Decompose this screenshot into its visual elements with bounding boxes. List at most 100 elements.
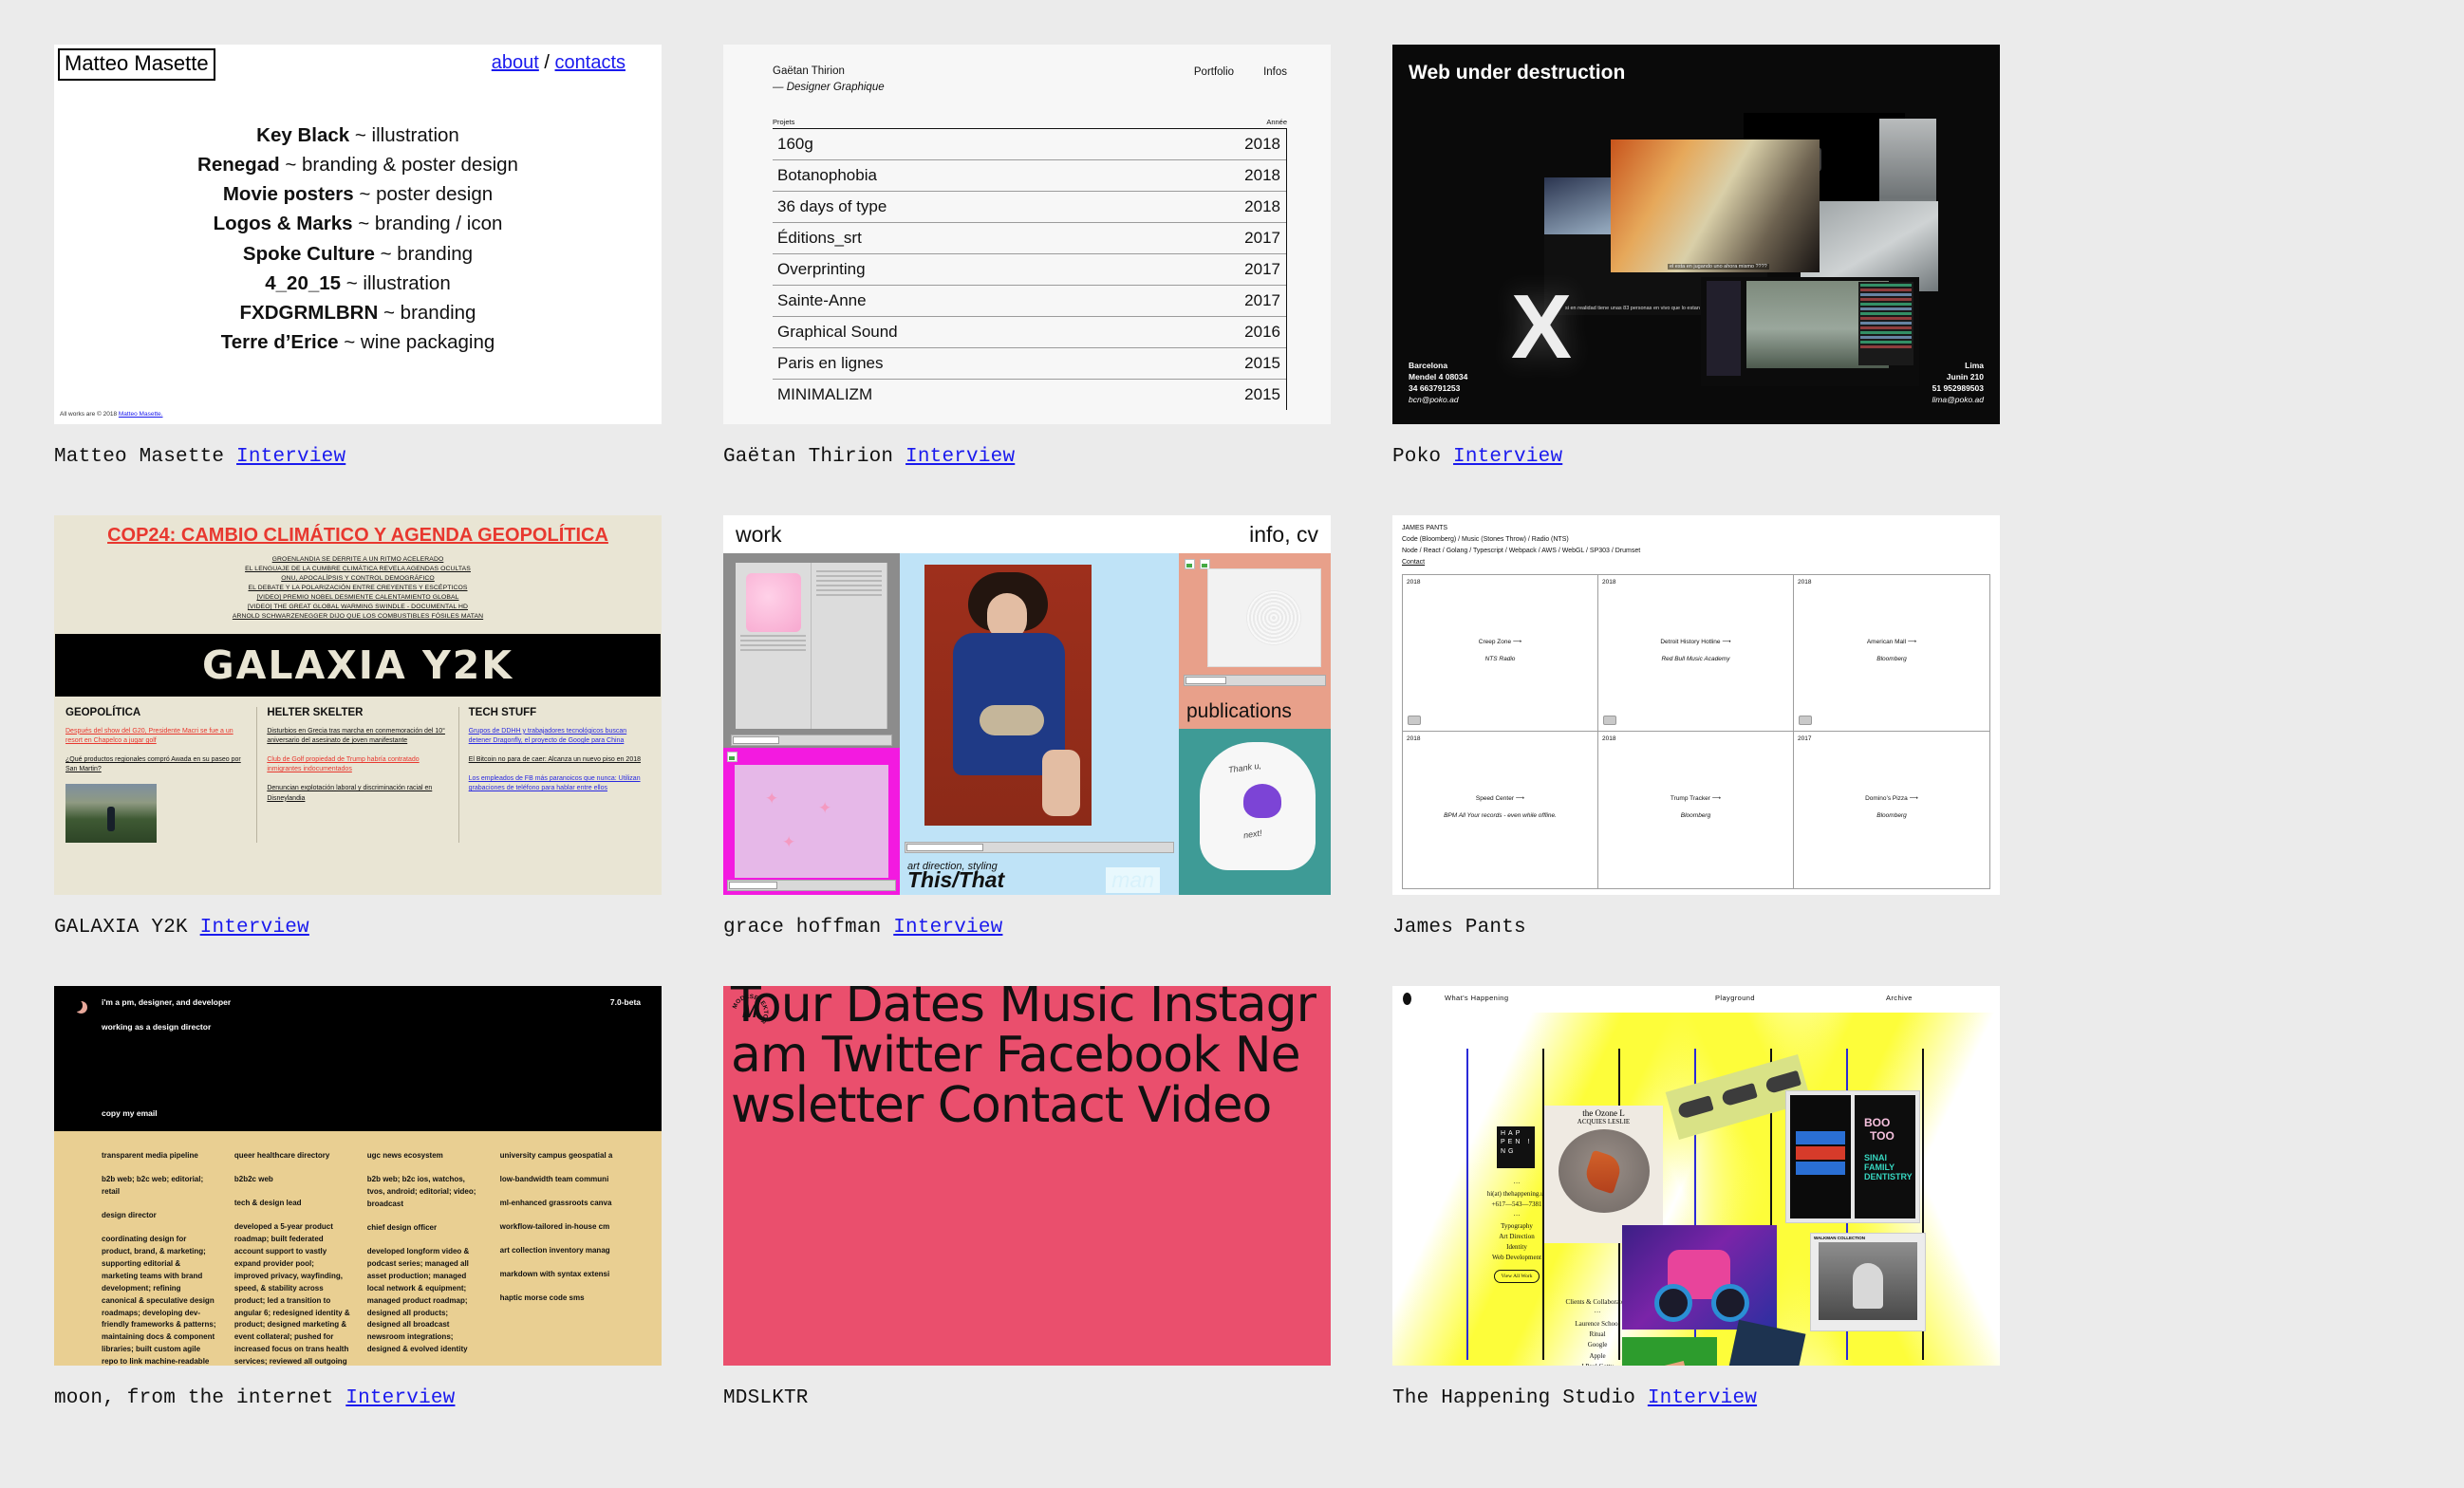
nav-archive[interactable]: Archive — [1886, 994, 1913, 1002]
nav-info-cv[interactable]: info, cv — [1249, 522, 1318, 548]
news-item[interactable]: ¿Qué productos regionales compró Awada e… — [65, 755, 247, 774]
site-thumbnail-galaxia-y2k[interactable]: COP24: CAMBIO CLIMÁTICO Y AGENDA GEOPOLÍ… — [54, 515, 662, 895]
site-thumbnail-grace-hoffman[interactable]: work info, cv milk 2018 — [723, 515, 1331, 895]
headline-link[interactable]: EL LENGUAJE DE LA CUMBRE CLIMÁTICA REVEL… — [54, 565, 662, 574]
table-row[interactable]: Botanophobia 2018 — [773, 160, 1286, 193]
news-item[interactable]: El Bitcoin no para de caer: Alcanza un n… — [469, 755, 650, 765]
interview-link[interactable]: Interview — [345, 1387, 455, 1409]
site-thumbnail-gaetan-thirion[interactable]: Gaëtan Thirion — Designer Graphique Port… — [723, 45, 1331, 424]
site-thumbnail-james-pants[interactable]: JAMES PANTS Code (Bloomberg) / Music (St… — [1392, 515, 2000, 895]
caption-title: Matteo Masette — [54, 446, 225, 468]
project-item[interactable]: Terre d’Erice ~ wine packaging — [54, 327, 662, 357]
merch-text-next: next! — [1242, 828, 1263, 841]
news-item[interactable]: Grupos de DDHH y trabajadores tecnológic… — [469, 727, 650, 746]
table-row[interactable]: Overprinting 2017 — [773, 254, 1286, 287]
site-thumbnail-the-happening-studio[interactable]: What's Happening Playground Archive HAP … — [1392, 986, 2000, 1366]
project-item[interactable]: Logos & Marks ~ branding / icon — [54, 209, 662, 238]
project-item[interactable]: Spoke Culture ~ branding — [54, 239, 662, 269]
nav-playground[interactable]: Playground — [1715, 994, 1755, 1002]
walkman-collection-image: WALKMAN COLLECTION — [1810, 1233, 1926, 1331]
headline-link[interactable]: GROENLANDIA SE DERRITE A UN RITMO ACELER… — [54, 555, 662, 565]
project-title: 4_20_15 — [265, 271, 342, 294]
interview-link[interactable]: Interview — [905, 446, 1015, 468]
project-item[interactable]: 4_20_15 ~ illustration — [54, 269, 662, 298]
scrollbar[interactable] — [905, 842, 1174, 853]
moon-icon — [70, 999, 83, 1012]
interview-link[interactable]: Interview — [1648, 1387, 1757, 1409]
nav-whats-happening[interactable]: What's Happening — [1445, 994, 1508, 1002]
table-row[interactable]: MINIMALIZM 2015 — [773, 380, 1286, 410]
interview-link[interactable]: Interview — [1453, 446, 1562, 468]
table-row[interactable]: Paris en lignes 2015 — [773, 348, 1286, 381]
news-item[interactable]: Disturbios en Grecia tras marcha en conm… — [267, 727, 448, 746]
project-cell[interactable]: 2018 Trump Tracker ⟶ Bloomberg — [1598, 732, 1794, 889]
interview-link[interactable]: Interview — [893, 917, 1002, 939]
project-cell[interactable]: 2018 Detroit History Hotline ⟶ Red Bull M… — [1598, 575, 1794, 733]
exp-line: developed a 5-year product roadmap; buil… — [233, 1221, 350, 1366]
project-year: 2016 — [1244, 323, 1280, 342]
project-cell[interactable]: 2017 Domino’s Pizza ⟶ Bloomberg — [1794, 732, 1989, 888]
table-row[interactable]: Graphical Sound 2016 — [773, 317, 1286, 349]
nav-about[interactable]: about — [492, 52, 539, 73]
headline-link[interactable]: ARNOLD SCHWARZENEGGER DIJO QUE LOS COMBU… — [54, 612, 662, 622]
site-thumbnail-mdslktr[interactable]: Tour Dates Music Instagram Twitter Faceb… — [723, 986, 1331, 1366]
nav-contacts[interactable]: contacts — [555, 52, 625, 73]
poster-pair-image: BOO TOO SINAI FAMILY DENTISTRY — [1785, 1090, 1920, 1223]
headline-link[interactable]: [VIDEO] THE GREAT GLOBAL WARMING SWINDLE… — [54, 603, 662, 612]
panel-publications: publications Thank u, next! — [1179, 553, 1331, 895]
project-item[interactable]: Movie posters ~ poster design — [54, 179, 662, 209]
project-item[interactable]: Key Black ~ illustration — [54, 121, 662, 150]
contact-phone[interactable]: +617—543—7381 — [1480, 1200, 1554, 1210]
project-year: 2018 — [1244, 166, 1280, 185]
nav-infos[interactable]: Infos — [1263, 66, 1287, 78]
project-year: 2018 — [1602, 579, 1616, 586]
merch-photo: Thank u, next! — [1200, 742, 1316, 870]
site-thumbnail-poko[interactable]: Web under destruction si en realidad tie… — [1392, 45, 2000, 424]
project-year: 2017 — [1244, 291, 1280, 310]
table-row[interactable]: 160g 2018 — [773, 129, 1286, 161]
caption-title: The Happening Studio — [1392, 1387, 1636, 1409]
nav-work[interactable]: work — [736, 522, 782, 548]
site-menu-text[interactable]: Tour Dates Music Instagram Twitter Faceb… — [731, 986, 1329, 1131]
exp-line: university campus geospatial a — [499, 1151, 613, 1160]
nav-portfolio[interactable]: Portfolio — [1194, 66, 1234, 78]
project-item[interactable]: FXDGRMLBRN ~ branding — [54, 298, 662, 327]
project-client: BPM All Your records - even while offlin… — [1444, 812, 1557, 820]
news-item[interactable]: Club de Golf propiedad de Trump habría c… — [267, 755, 448, 774]
headline-link[interactable]: [VIDEO] PREMIO NOBEL DESMIENTE CALENTAMI… — [54, 593, 662, 603]
exp-line: b2b web; b2c web; editorial; retail — [102, 1174, 204, 1196]
office-phone: 51 952989503 — [1932, 382, 1984, 393]
project-cell[interactable]: 2018 Speed Center ⟶ BPM All Your records … — [1403, 732, 1598, 889]
project-item[interactable]: Renegad ~ branding & poster design — [54, 150, 662, 179]
interview-link[interactable]: Interview — [200, 917, 309, 939]
site-thumbnail-moon[interactable]: i'm a pm, designer, and developer workin… — [54, 986, 662, 1366]
news-item[interactable]: Después del show del G20, Presidente Mac… — [65, 727, 247, 746]
copy-email-button[interactable]: copy my email — [102, 1108, 158, 1118]
news-item[interactable]: Los empleados de FB más paranoicos que n… — [469, 774, 650, 793]
table-row[interactable]: 36 days of type 2018 — [773, 192, 1286, 224]
headline-link[interactable]: ONU, APOCALÍPSIS Y CONTROL DEMOGRÁFICO — [54, 574, 662, 584]
gallery-cell: Tour Dates Music Instagram Twitter Faceb… — [723, 986, 1331, 1409]
table-row[interactable]: Éditions_srt 2017 — [773, 223, 1286, 255]
service-item: Typography — [1501, 1221, 1533, 1230]
headline-link[interactable]: EL DEBATE Y LA POLARIZACIÓN ENTRE CREYEN… — [54, 584, 662, 593]
scrollbar[interactable] — [731, 735, 892, 746]
site-thumbnail-matteo-masette[interactable]: Matteo Masette about / contacts Key Blac… — [54, 45, 662, 424]
contact-email[interactable]: hi(at) thehappening.us — [1480, 1189, 1554, 1200]
stream-tile — [1701, 277, 1919, 386]
footer-link[interactable]: Matteo Masette. — [119, 411, 163, 418]
contact-link[interactable]: Contact — [1402, 557, 1990, 568]
project-desc: ~ branding / icon — [358, 213, 503, 235]
office-email[interactable]: bcn@poko.ad — [1409, 394, 1467, 405]
panel-milk: milk 2018 ✦ ✦ ✦ — [723, 553, 900, 895]
office-email[interactable]: lima@poko.ad — [1932, 394, 1984, 405]
view-all-work-button[interactable]: View All Work — [1494, 1269, 1540, 1284]
scrollbar[interactable] — [727, 880, 896, 891]
scrollbar[interactable] — [1184, 675, 1326, 686]
table-row[interactable]: Sainte-Anne 2017 — [773, 286, 1286, 318]
project-year: 2018 — [1602, 735, 1616, 743]
project-cell[interactable]: 2018 American Mall ⟶ Bloomberg — [1794, 575, 1989, 733]
news-item[interactable]: Denuncian explotación laboral y discrimi… — [267, 784, 448, 803]
project-cell[interactable]: 2018 Creep Zone ⟶ NTS Radio — [1403, 575, 1598, 733]
interview-link[interactable]: Interview — [236, 446, 345, 468]
